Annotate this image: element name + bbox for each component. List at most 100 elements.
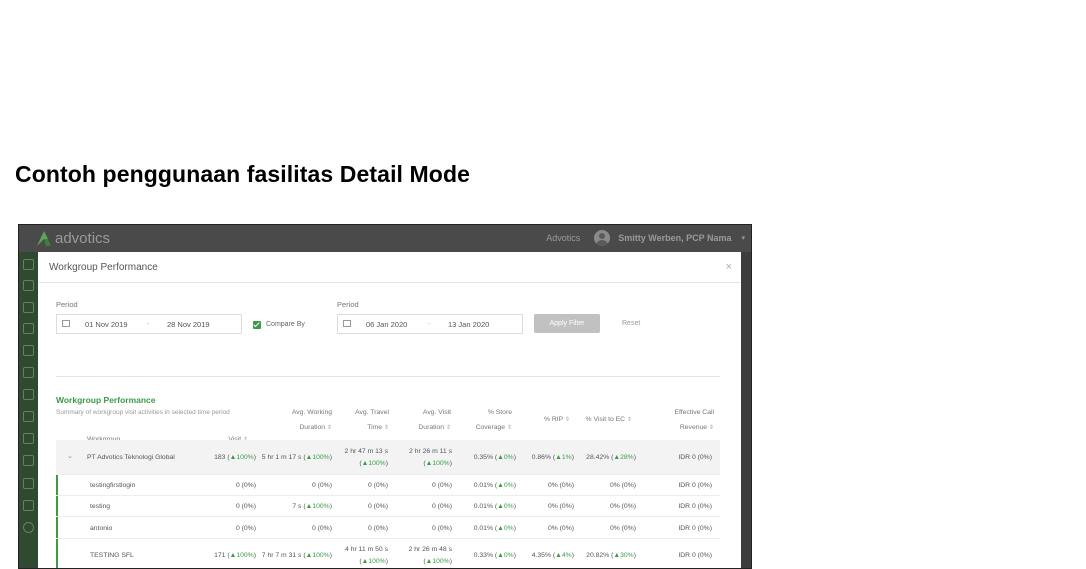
date-range-picker-2[interactable]: 06 Jan 2020 - 13 Jan 2020 [337, 314, 523, 334]
row-name: testingfirstlogin [90, 482, 136, 489]
row-divider [56, 495, 720, 496]
avatar[interactable] [594, 230, 611, 246]
header-avg-working-duration[interactable]: Avg. Working Duration ⇕ [270, 405, 332, 436]
row-revenue: IDR 0 (0%) [678, 552, 712, 559]
sidebar [19, 252, 38, 568]
logo-text: advotics [55, 229, 111, 247]
header-visit-to-ec[interactable]: % Visit to EC ⇕ [574, 412, 632, 428]
row-visit: 0 (0%) [235, 482, 256, 489]
sort-icon: ⇕ [564, 417, 570, 423]
row-avg-working: 0 (0%) [311, 482, 332, 489]
row-avg-travel: 0 (0%) [367, 503, 388, 510]
sidebar-icon-store[interactable] [23, 302, 34, 313]
row-rip: 0% (0%) [547, 503, 574, 510]
row-name: TESTING SFL [90, 552, 134, 559]
date-separator: - [147, 319, 150, 328]
sidebar-icon-tag[interactable] [23, 389, 34, 400]
group-visit-to-ec: 28.42% (▲28%) [586, 454, 636, 461]
row-avg-working: 7 s (▲100%) [292, 503, 332, 510]
sidebar-icon-users[interactable] [23, 259, 34, 270]
group-avg-working: 5 hr 1 m 17 s (▲100%) [261, 454, 332, 461]
user-name[interactable]: Smitty Werben, PCP Nama [618, 233, 731, 243]
section-title: Workgroup Performance [56, 395, 156, 405]
date-range-picker-1[interactable]: 01 Nov 2019 - 28 Nov 2019 [56, 314, 242, 334]
modal-title: Workgroup Performance [49, 262, 158, 273]
header-store-coverage[interactable]: % Store Coverage ⇕ [456, 405, 512, 436]
row-visit: 0 (0%) [235, 503, 256, 510]
sidebar-icon-book[interactable] [23, 433, 34, 444]
row-visit-to-ec: 20.82% (▲30%) [586, 552, 636, 559]
row-name: antonio [90, 525, 113, 532]
sort-icon: ⇕ [626, 417, 632, 423]
reset-button[interactable]: Reset [622, 320, 640, 327]
close-icon[interactable]: × [726, 261, 732, 273]
apply-filter-button[interactable]: Apply Filter [534, 314, 600, 333]
header-avg-visit-duration[interactable]: Avg. Visit Duration ⇕ [391, 405, 451, 436]
advotics-logo-icon [35, 229, 53, 247]
sort-icon: ⇕ [326, 425, 332, 431]
row-divider [56, 474, 720, 475]
row-revenue: IDR 0 (0%) [678, 525, 712, 532]
row-avg-visit: 2 hr 26 m 48 s (▲100%) [408, 546, 452, 565]
group-rip: 0.86% (▲1%) [531, 454, 574, 461]
row-rip: 4.35% (▲4%) [531, 552, 574, 559]
row-store-coverage: 0.01% (▲0%) [473, 503, 516, 510]
sidebar-icon-box[interactable] [23, 323, 34, 334]
row-name: testing [90, 503, 111, 510]
sidebar-icon-edit[interactable] [23, 478, 34, 489]
chevron-down-icon[interactable]: ▾ [741, 234, 745, 242]
row-divider [56, 538, 720, 539]
group-store-coverage: 0.35% (▲0%) [473, 454, 516, 461]
org-name: Advotics [546, 233, 581, 243]
row-rip: 0% (0%) [547, 525, 574, 532]
row-avg-travel: 0 (0%) [367, 525, 388, 532]
sort-icon: ⇕ [506, 425, 512, 431]
period-label-2: Period [337, 300, 359, 309]
group-name: PT Advotics Teknologi Global [87, 454, 175, 461]
divider [56, 376, 720, 377]
sidebar-icon-info[interactable] [23, 522, 34, 533]
row-divider [56, 516, 720, 517]
app-window: advotics Advotics Smitty Werben, PCP Nam… [18, 224, 752, 569]
app-top-bar: advotics Advotics Smitty Werben, PCP Nam… [19, 225, 751, 252]
group-revenue: IDR 0 (0%) [678, 454, 712, 461]
start-date: 01 Nov 2019 [85, 320, 128, 329]
sidebar-icon-truck[interactable] [23, 411, 34, 422]
top-right-user-area: Advotics Smitty Werben, PCP Nama ▾ [546, 230, 745, 246]
end-date: 28 Nov 2019 [167, 320, 210, 329]
row-store-coverage: 0.01% (▲0%) [473, 482, 516, 489]
app-logo[interactable]: advotics [35, 229, 110, 247]
row-avg-visit: 0 (0%) [431, 482, 452, 489]
header-avg-travel-time[interactable]: Avg. Travel Time ⇕ [334, 405, 389, 436]
period-label-1: Period [56, 300, 78, 309]
compare-by-checkbox[interactable] [253, 321, 261, 329]
row-revenue: IDR 0 (0%) [678, 482, 712, 489]
group-avg-visit: 2 hr 26 m 11 s (▲100%) [409, 448, 452, 467]
group-visit: 183 (▲100%) [214, 454, 256, 461]
row-visit-to-ec: 0% (0%) [609, 482, 636, 489]
compare-by-label: Compare By [266, 321, 305, 328]
chevron-down-icon[interactable]: ⌄ [67, 452, 73, 460]
sidebar-icon-list[interactable] [23, 455, 34, 466]
row-visit: 171 (▲100%) [214, 552, 256, 559]
row-avg-working: 7 hr 7 m 31 s (▲100%) [261, 552, 332, 559]
sidebar-icon-cart[interactable] [23, 367, 34, 378]
sort-icon: ⇕ [383, 425, 389, 431]
group-indicator-bar [56, 475, 58, 568]
sort-icon: ⇕ [445, 425, 451, 431]
row-avg-working: 0 (0%) [311, 525, 332, 532]
end-date: 13 Jan 2020 [448, 320, 490, 329]
row-visit-to-ec: 0% (0%) [609, 525, 636, 532]
sidebar-icon-route[interactable] [23, 345, 34, 356]
sidebar-icon-gift[interactable] [23, 280, 34, 291]
section-subtitle: Summary of workgroup visit activities in… [56, 409, 230, 416]
group-avg-travel: 2 hr 47 m 13 s (▲100%) [344, 448, 388, 467]
sidebar-icon-report[interactable] [23, 500, 34, 511]
workgroup-performance-modal: Workgroup Performance × Period 01 Nov 20… [38, 252, 741, 568]
header-rip[interactable]: % RIP ⇕ [518, 412, 570, 428]
date-separator: - [428, 319, 431, 328]
calendar-icon [62, 320, 70, 327]
document-heading: Contoh penggunaan fasilitas Detail Mode [15, 161, 470, 187]
start-date: 06 Jan 2020 [366, 320, 408, 329]
header-effective-call-revenue[interactable]: Effective Call Revenue ⇕ [652, 405, 714, 436]
